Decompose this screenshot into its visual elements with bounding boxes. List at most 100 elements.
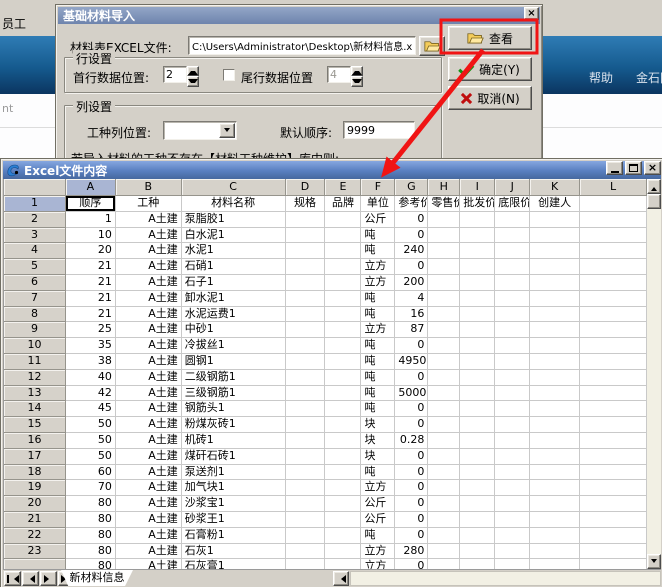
grid-cell[interactable] [325,259,361,275]
row-header[interactable] [4,559,66,569]
grid-cell[interactable] [495,212,530,228]
grid-cell[interactable] [495,544,530,560]
grid-cell[interactable]: A土建 [116,496,182,512]
grid-cell[interactable] [325,354,361,370]
tail-row-checkbox[interactable] [223,69,235,81]
grid-cell[interactable] [428,465,460,481]
grid-cell[interactable] [495,259,530,275]
grid-cell[interactable]: 42 [66,386,116,402]
grid-cell[interactable] [580,307,647,323]
grid-cell[interactable]: 立方 [361,480,395,496]
grid-cell[interactable]: 80 [66,496,116,512]
grid-cell[interactable] [495,401,530,417]
grid-cell[interactable]: 4 [395,291,428,307]
grid-cell[interactable]: 45 [66,401,116,417]
column-header-I[interactable]: I [460,179,495,196]
grid-cell[interactable] [428,275,460,291]
grid-cell[interactable] [530,212,580,228]
grid-cell[interactable]: 中砂1 [182,322,286,338]
grid-cell[interactable]: A土建 [116,228,182,244]
grid-cell[interactable] [286,465,326,481]
grid-cell[interactable] [580,322,647,338]
grid-cell[interactable]: 吨 [361,370,395,386]
grid-cell[interactable]: 0 [395,559,428,569]
row-header[interactable]: 18 [4,465,66,481]
grid-cell[interactable] [495,370,530,386]
grid-cell[interactable] [428,433,460,449]
grid-cell[interactable] [428,386,460,402]
grid-cell[interactable] [286,512,326,528]
grid-cell[interactable]: 参考价 [395,196,428,212]
grid-cell[interactable]: 吨 [361,307,395,323]
grid-cell[interactable]: 冷拔丝1 [182,338,286,354]
grid-cell[interactable]: 0 [395,370,428,386]
column-header-B[interactable]: B [116,179,182,196]
grid-cell[interactable] [530,559,580,569]
grid-cell[interactable]: 0 [395,480,428,496]
grid-cell[interactable] [530,528,580,544]
grid-cell[interactable] [286,496,326,512]
grid-cell[interactable] [530,259,580,275]
worktype-column-select[interactable] [163,121,237,140]
grid-cell[interactable]: 圆钢1 [182,354,286,370]
grid-cell[interactable]: 立方 [361,544,395,560]
grid-cell[interactable]: 80 [66,559,116,569]
grid-cell[interactable] [580,449,647,465]
grid-cell[interactable] [325,386,361,402]
grid-cell[interactable] [580,401,647,417]
row-header[interactable]: 8 [4,307,66,323]
row-header[interactable]: 7 [4,291,66,307]
first-row-spinner[interactable] [163,66,187,83]
grid-cell[interactable]: 吨 [361,354,395,370]
grid-cell[interactable] [530,322,580,338]
tail-row-spin-up[interactable] [351,66,363,76]
scroll-down-button[interactable] [647,554,661,569]
row-header[interactable]: 3 [4,228,66,244]
grid-cell[interactable]: 吨 [361,228,395,244]
grid-cell[interactable] [325,370,361,386]
grid-cell[interactable] [530,465,580,481]
grid-cell[interactable] [580,559,647,569]
grid-cell[interactable]: A土建 [116,449,182,465]
grid-cell[interactable] [428,528,460,544]
grid-cell[interactable]: 卸水泥1 [182,291,286,307]
grid-cell[interactable] [325,275,361,291]
row-header[interactable]: 15 [4,417,66,433]
grid-cell[interactable] [286,275,326,291]
grid-cell[interactable] [460,228,495,244]
grid-cell[interactable] [495,307,530,323]
grid-cell[interactable] [580,196,647,212]
grid-cell[interactable]: A土建 [116,512,182,528]
grid-cell[interactable] [530,275,580,291]
grid-cell[interactable] [325,559,361,569]
grid-cell[interactable] [460,544,495,560]
grid-cell[interactable] [460,401,495,417]
corner-cell[interactable] [4,179,66,196]
grid-cell[interactable]: A土建 [116,417,182,433]
grid-cell[interactable] [460,275,495,291]
column-header-F[interactable]: F [361,179,395,196]
grid-cell[interactable] [286,354,326,370]
tail-row-spin-down[interactable] [351,76,363,87]
vertical-scrollbar[interactable] [647,179,661,569]
grid-cell[interactable]: 粉煤灰砖1 [182,417,286,433]
browse-button[interactable] [419,36,445,56]
grid-cell[interactable]: 0 [395,449,428,465]
help-menu-link[interactable]: 帮助 [589,69,613,86]
ok-button[interactable]: 确定(Y) [448,57,532,81]
grid-cell[interactable] [325,528,361,544]
excel-file-input[interactable] [188,36,416,55]
grid-cell[interactable]: 4950 [395,354,428,370]
scroll-up-button[interactable] [647,179,661,194]
grid-cell[interactable] [428,322,460,338]
column-header-E[interactable]: E [325,179,361,196]
grid-cell[interactable]: A土建 [116,544,182,560]
grid-cell[interactable]: 80 [66,544,116,560]
row-header[interactable]: 5 [4,259,66,275]
grid-cell[interactable] [460,212,495,228]
grid-cell[interactable]: 5000 [395,386,428,402]
grid-cell[interactable] [580,417,647,433]
grid-cell[interactable] [428,512,460,528]
grid-cell[interactable]: 品牌 [325,196,361,212]
row-header[interactable]: 11 [4,354,66,370]
